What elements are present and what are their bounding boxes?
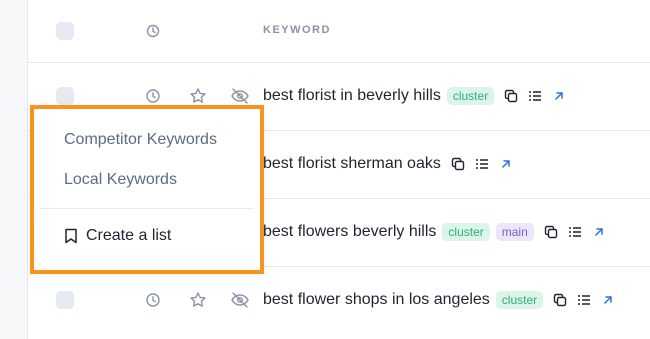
list-dropdown-menu: Competitor Keywords Local Keywords Creat… (30, 105, 264, 274)
copy-icon[interactable] (504, 89, 518, 103)
table-header: KEYWORD (28, 0, 650, 63)
clock-icon[interactable] (145, 88, 161, 104)
keyword-cell: best flower shops in los angeles cluster (263, 288, 615, 312)
menu-item-local-keywords[interactable]: Local Keywords (64, 171, 177, 189)
star-icon[interactable] (189, 87, 207, 105)
keyword-column-header[interactable]: KEYWORD (263, 24, 331, 36)
cluster-tag[interactable]: cluster (442, 223, 490, 241)
list-icon[interactable] (568, 225, 582, 239)
star-icon[interactable] (189, 291, 207, 309)
create-list-label: Create a list (86, 227, 172, 244)
copy-icon[interactable] (553, 293, 567, 307)
copy-icon[interactable] (451, 157, 465, 171)
external-link-icon[interactable] (592, 225, 606, 239)
keyword-cell: best flowers beverly hills cluster main (263, 220, 606, 244)
clock-icon[interactable] (145, 292, 161, 308)
list-icon[interactable] (528, 89, 542, 103)
bookmark-icon (64, 228, 78, 244)
row-checkbox[interactable] (56, 87, 74, 105)
table-row: best flower shops in los angeles cluster (28, 266, 650, 339)
external-link-icon[interactable] (601, 293, 615, 307)
keyword-cell: best florist sherman oaks (263, 152, 513, 176)
keyword-cell: best florist in beverly hills cluster (263, 84, 566, 108)
eye-off-icon[interactable] (230, 87, 250, 105)
create-list-button[interactable]: Create a list (64, 227, 171, 245)
row-checkbox[interactable] (56, 291, 74, 309)
external-link-icon[interactable] (552, 89, 566, 103)
cluster-tag[interactable]: cluster (495, 291, 544, 309)
copy-icon[interactable] (544, 225, 558, 239)
keyword-text[interactable]: best flowers beverly hills (263, 223, 436, 241)
keyword-text[interactable]: best florist sherman oaks (263, 155, 441, 173)
menu-item-competitor-keywords[interactable]: Competitor Keywords (64, 131, 217, 149)
keyword-text[interactable]: best flower shops in los angeles (263, 291, 490, 309)
eye-off-icon[interactable] (230, 291, 250, 309)
select-all-checkbox[interactable] (56, 22, 74, 40)
keyword-text[interactable]: best florist in beverly hills (263, 87, 441, 105)
main-tag[interactable]: main (495, 223, 534, 241)
list-icon[interactable] (577, 293, 591, 307)
external-link-icon[interactable] (499, 157, 513, 171)
list-icon[interactable] (475, 157, 489, 171)
clock-icon[interactable] (145, 23, 161, 39)
cluster-tag[interactable]: cluster (446, 87, 495, 105)
menu-divider (40, 208, 254, 209)
